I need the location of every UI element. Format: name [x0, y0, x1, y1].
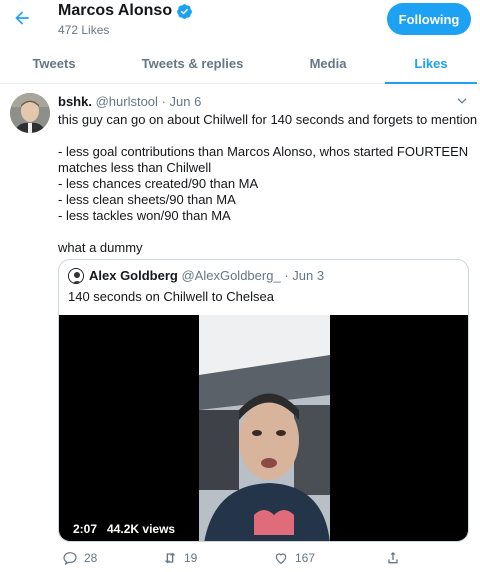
- tweet-line: matches less than Chilwell: [58, 160, 212, 175]
- tweet-line: - less clean sheets/90 than MA: [58, 192, 236, 207]
- tweet-line: - less tackles won/90 than MA: [58, 208, 231, 223]
- tweet-line: this guy can go on about Chilwell for 14…: [58, 112, 478, 127]
- heart-icon: [275, 553, 287, 565]
- video-duration: 2:07: [73, 522, 98, 536]
- profile-tabs: Tweets Tweets & replies Media Likes: [0, 42, 480, 84]
- chevron-down-icon[interactable]: [455, 94, 469, 108]
- retweet-icon: [164, 552, 176, 564]
- reply-count: 28: [84, 551, 98, 565]
- retweet-button[interactable]: 19: [162, 550, 197, 566]
- tab-tweets[interactable]: Tweets: [0, 42, 108, 84]
- tab-media[interactable]: Media: [276, 42, 380, 84]
- quoted-text: 140 seconds on Chilwell to Chelsea: [68, 289, 274, 304]
- profile-name: Marcos Alonso: [58, 2, 193, 20]
- tweet-author-name[interactable]: bshk.: [58, 94, 92, 109]
- video-thumbnail: [199, 315, 330, 541]
- quoted-author-name[interactable]: Alex Goldberg: [89, 268, 178, 283]
- arrow-left-icon: [15, 11, 29, 25]
- tweet[interactable]: bshk. @hurlstool · Jun 6 this guy can go…: [0, 84, 480, 572]
- like-button[interactable]: 167: [273, 550, 315, 566]
- avatar[interactable]: [10, 93, 50, 133]
- reply-button[interactable]: 28: [62, 550, 97, 566]
- profile-header: Marcos Alonso 472 Likes Following: [0, 0, 480, 42]
- profile-name-text: Marcos Alonso: [58, 2, 173, 19]
- video-player[interactable]: 2:07 44.2K views: [59, 315, 468, 541]
- tweet-actions: 28 19 167: [58, 550, 468, 570]
- quoted-author-handle[interactable]: @AlexGoldberg_: [181, 268, 280, 283]
- tweet-header: bshk. @hurlstool · Jun 6: [58, 94, 201, 109]
- quoted-avatar[interactable]: [68, 268, 84, 284]
- quoted-tweet[interactable]: Alex Goldberg @AlexGoldberg_ · Jun 3 140…: [58, 259, 469, 542]
- retweet-count: 19: [184, 551, 198, 565]
- video-stats: 2:07 44.2K views: [73, 522, 175, 536]
- tab-tweets-replies[interactable]: Tweets & replies: [120, 42, 265, 84]
- following-button[interactable]: Following: [387, 3, 471, 35]
- tweet-time[interactable]: · Jun 6: [162, 94, 202, 109]
- quoted-time[interactable]: · Jun 3: [284, 268, 324, 283]
- like-count: 167: [295, 551, 316, 565]
- likes-count: 472 Likes: [58, 23, 110, 37]
- tweet-author-handle[interactable]: @hurlstool: [96, 94, 158, 109]
- back-button[interactable]: [10, 6, 34, 30]
- tweet-line: what a dummy: [58, 240, 143, 255]
- share-button[interactable]: [385, 550, 401, 566]
- tweet-line: - less goal contributions than Marcos Al…: [58, 144, 469, 159]
- quoted-header: Alex Goldberg @AlexGoldberg_ · Jun 3: [89, 268, 324, 283]
- tweet-text: this guy can go on about Chilwell for 14…: [58, 112, 478, 256]
- reply-icon: [63, 552, 77, 566]
- video-views: 44.2K views: [107, 522, 176, 536]
- tweet-line: - less chances created/90 than MA: [58, 176, 259, 191]
- share-icon: [388, 552, 398, 564]
- tab-likes[interactable]: Likes: [385, 42, 477, 84]
- verified-badge-icon: [177, 3, 193, 19]
